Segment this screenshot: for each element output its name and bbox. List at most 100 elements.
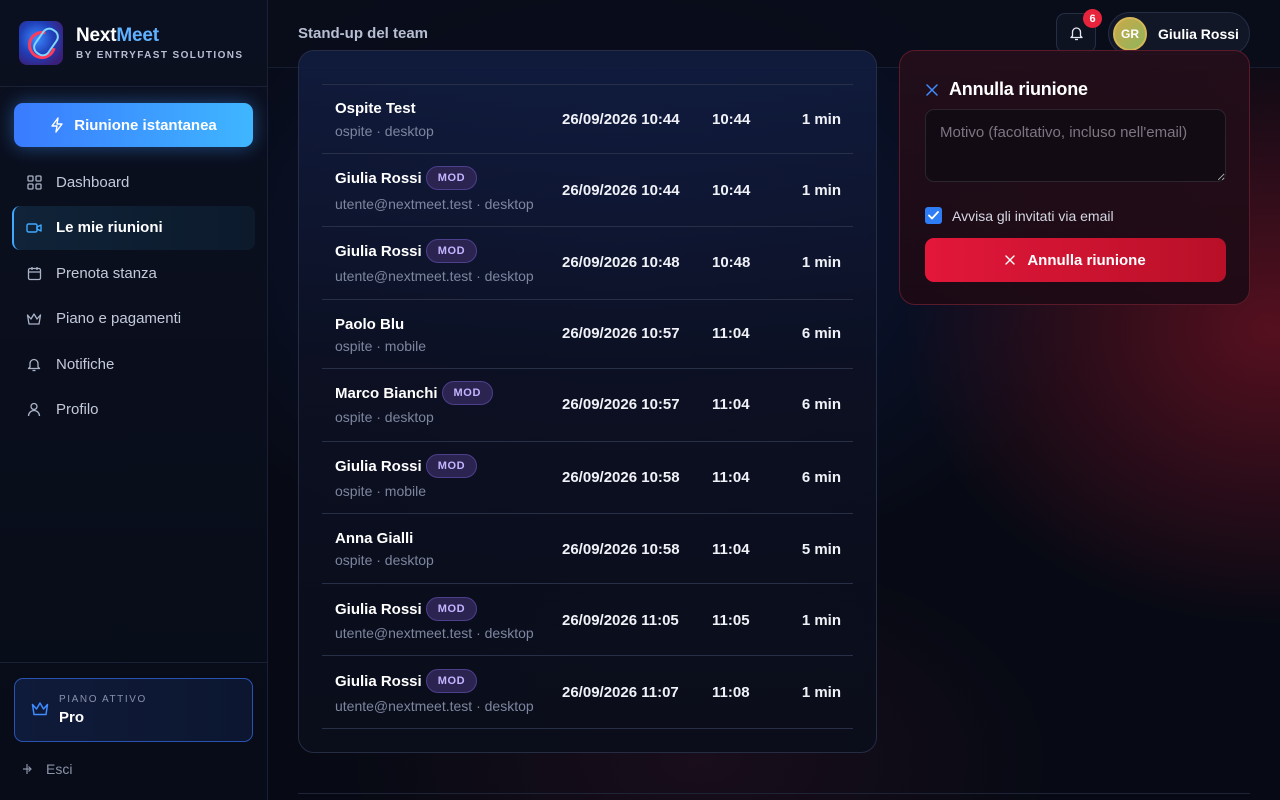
participant-details: ospite · mobile — [335, 338, 427, 354]
sidebar-item-plan-payments[interactable]: Piano e pagamenti — [12, 297, 255, 341]
participant-details: ospite · desktop — [335, 123, 434, 139]
close-icon — [926, 83, 938, 96]
sidebar-footer: PIANO ATTIVO Pro Esci — [0, 662, 267, 777]
joined-at: 26/09/2026 11:05 — [562, 612, 679, 629]
sidebar-item-book-room[interactable]: Prenota stanza — [12, 251, 255, 295]
plan-label: PIANO ATTIVO — [59, 694, 147, 705]
table-row: Marco Bianchi MOD ospite · desktop 26/09/… — [322, 369, 853, 442]
participant-details: utente@nextmeet.test · desktop — [335, 698, 534, 714]
brand-name-part1: Next — [76, 25, 117, 46]
left-at: 11:04 — [712, 469, 750, 486]
attendance-table: Ospite Test ospite · desktop 26/09/2026 … — [322, 84, 853, 729]
sidebar-item-profile[interactable]: Profilo — [12, 388, 255, 432]
notifications-button[interactable]: 6 — [1056, 9, 1102, 53]
plan-value: Pro — [59, 709, 85, 726]
participant-details: utente@nextmeet.test · desktop — [335, 268, 534, 284]
participant-name: Giulia Rossi — [335, 457, 422, 475]
active-plan-card[interactable]: PIANO ATTIVO Pro — [14, 678, 253, 742]
notify-invitees-option[interactable]: Avvisa gli invitati via email — [925, 207, 1114, 224]
cancel-meeting-button[interactable]: Annulla riunione — [925, 238, 1226, 282]
left-at: 11:08 — [712, 684, 750, 701]
table-row: Paolo Blu ospite · mobile 26/09/2026 10:… — [322, 300, 853, 369]
crown-icon — [31, 701, 49, 719]
duration: 5 min — [801, 541, 841, 558]
brand-name: NextMeet — [76, 25, 243, 47]
avatar: GR — [1113, 16, 1147, 51]
sidebar-item-dashboard[interactable]: Dashboard — [12, 160, 255, 204]
sidebar-item-label: Dashboard — [56, 173, 130, 191]
nextmeet-logo-icon — [19, 21, 63, 65]
sidebar-item-my-meetings[interactable]: Le mie riunioni — [12, 205, 255, 250]
joined-at: 26/09/2026 10:57 — [562, 325, 680, 342]
participant-details: utente@nextmeet.test · desktop — [335, 625, 534, 641]
left-at: 11:04 — [712, 541, 750, 558]
duration: 6 min — [801, 325, 841, 342]
joined-at: 26/09/2026 10:58 — [562, 541, 680, 558]
sidebar-item-label: Notifiche — [56, 355, 115, 373]
lightning-icon — [51, 117, 63, 133]
page-title: Stand-up del team — [298, 25, 429, 42]
logout-icon — [23, 764, 32, 774]
cancel-reason-field[interactable] — [925, 109, 1226, 182]
logout-label: Esci — [46, 761, 73, 777]
sidebar-item-label: Profilo — [56, 401, 99, 418]
participant-details: ospite · mobile — [335, 483, 427, 499]
bell-icon — [1069, 27, 1083, 41]
sidebar-item-notifications[interactable]: Notifiche — [12, 342, 255, 386]
video-icon — [26, 220, 42, 236]
calendar-icon — [26, 265, 42, 281]
instant-meeting-label: Riunione istantanea — [74, 116, 217, 134]
cancel-title: Annulla riunione — [949, 79, 1088, 99]
joined-at: 26/09/2026 10:44 — [562, 111, 680, 128]
participant-details: ospite · desktop — [335, 552, 434, 568]
participant-name: Marco Bianchi — [335, 384, 438, 402]
table-row: Giulia Rossi MOD utente@nextmeet.test · d… — [322, 656, 853, 729]
left-at: 10:48 — [712, 254, 751, 271]
user-icon — [26, 402, 42, 418]
moderator-badge: MOD — [425, 597, 478, 621]
checkmark-icon — [928, 211, 939, 220]
joined-at: 26/09/2026 10:57 — [562, 396, 680, 413]
participant-name: Giulia Rossi — [335, 600, 422, 618]
joined-at: 26/09/2026 10:44 — [562, 182, 680, 199]
attendance-panel: Ospite Test ospite · desktop 26/09/2026 … — [298, 50, 877, 753]
grid-icon — [26, 174, 42, 190]
brand-subtitle: BY ENTRYFAST SOLUTIONS — [76, 50, 244, 61]
joined-at: 26/09/2026 10:58 — [562, 469, 680, 486]
moderator-badge: MOD — [425, 239, 478, 263]
crown-icon — [26, 311, 42, 327]
participant-name: Giulia Rossi — [335, 169, 422, 187]
logout-button[interactable]: Esci — [22, 761, 72, 777]
bell-icon — [26, 356, 42, 372]
table-row: Giulia Rossi MOD utente@nextmeet.test · d… — [322, 154, 853, 227]
sidebar-item-label: Prenota stanza — [56, 264, 157, 282]
participant-details: ospite · desktop — [335, 409, 434, 425]
duration: 6 min — [801, 396, 841, 413]
user-name: Giulia Rossi — [1158, 25, 1239, 42]
notify-checkbox[interactable] — [925, 207, 942, 224]
moderator-badge: MOD — [425, 669, 478, 693]
moderator-badge: MOD — [425, 166, 478, 190]
cancel-meeting-button-label: Annulla riunione — [1027, 251, 1146, 269]
user-menu[interactable]: GR Giulia Rossi — [1108, 12, 1250, 55]
sidebar: NextMeet BY ENTRYFAST SOLUTIONS Riunione… — [0, 0, 268, 800]
notify-label: Avvisa gli invitati via email — [952, 207, 1114, 224]
instant-meeting-button[interactable]: Riunione istantanea — [14, 103, 253, 147]
participant-details: utente@nextmeet.test · desktop — [335, 196, 534, 212]
duration: 1 min — [801, 182, 841, 199]
table-row: Anna Gialli ospite · desktop 26/09/2026 … — [322, 514, 853, 584]
sidebar-item-label: Piano e pagamenti — [56, 310, 182, 327]
table-row: Giulia Rossi MOD utente@nextmeet.test · d… — [322, 227, 853, 300]
cancel-meeting-panel: Annulla riunione Avvisa gli invitati via… — [899, 50, 1250, 305]
duration: 1 min — [801, 254, 841, 271]
participant-name: Paolo Blu — [335, 316, 405, 333]
duration: 1 min — [801, 612, 841, 629]
brand: NextMeet BY ENTRYFAST SOLUTIONS — [0, 0, 267, 87]
table-row: Giulia Rossi MOD ospite · mobile 26/09/20… — [322, 442, 853, 514]
table-row: Ospite Test ospite · desktop 26/09/2026 … — [322, 85, 853, 154]
participant-name: Giulia Rossi — [335, 242, 422, 260]
table-row: Giulia Rossi MOD utente@nextmeet.test · d… — [322, 584, 853, 656]
duration: 1 min — [801, 111, 841, 128]
participant-name: Ospite Test — [335, 100, 416, 117]
participant-name: Giulia Rossi — [335, 672, 422, 690]
